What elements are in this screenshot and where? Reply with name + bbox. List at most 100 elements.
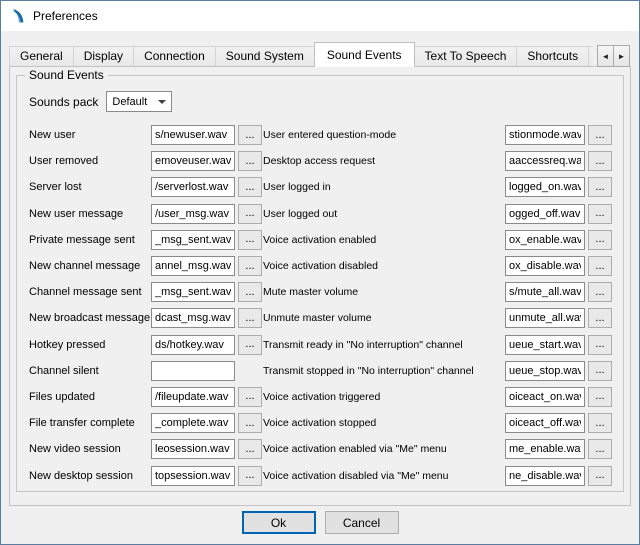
browse-button-voice-activation-enabled-me-menu[interactable]: ... (588, 439, 612, 459)
row-unmute-master-volume: Unmute master volume ... (263, 305, 612, 331)
row-new-video-session: New video session ... (29, 436, 262, 462)
event-label: Voice activation triggered (263, 391, 505, 403)
titlebar[interactable]: Preferences (1, 1, 639, 31)
browse-button-user-removed[interactable]: ... (238, 151, 262, 171)
sound-file-input-voice-activation-triggered[interactable] (505, 387, 585, 407)
browse-button-voice-activation-disabled-me-menu[interactable]: ... (588, 466, 612, 486)
groupbox-title: Sound Events (25, 68, 108, 82)
sound-file-input-new-broadcast-message[interactable] (151, 308, 235, 328)
tab-scroll-right-icon[interactable]: ► (613, 45, 630, 67)
row-user-removed: User removed ... (29, 148, 262, 174)
sound-file-input-transmit-ready-no-interruption[interactable] (505, 335, 585, 355)
tab-video[interactable]: Video (588, 46, 593, 67)
row-desktop-access-request: Desktop access request ... (263, 148, 612, 174)
browse-button-desktop-access-request[interactable]: ... (588, 151, 612, 171)
browse-button-voice-activation-stopped[interactable]: ... (588, 413, 612, 433)
row-user-logged-in: User logged in ... (263, 174, 612, 200)
sounds-pack-label: Sounds pack (29, 95, 98, 109)
tab-bar: General Display Connection Sound System … (1, 31, 639, 67)
row-voice-activation-stopped: Voice activation stopped ... (263, 410, 612, 436)
sound-file-input-desktop-access-request[interactable] (505, 151, 585, 171)
cancel-button[interactable]: Cancel (325, 511, 399, 534)
dialog-footer: Ok Cancel (1, 511, 639, 534)
preferences-dialog: Preferences General Display Connection S… (0, 0, 640, 545)
browse-button-voice-activation-enabled[interactable]: ... (588, 230, 612, 250)
tab-strip: General Display Connection Sound System … (9, 41, 593, 67)
sound-file-input-transmit-stopped-no-interruption[interactable] (505, 361, 585, 381)
event-label: User removed (29, 155, 151, 167)
window-title: Preferences (33, 9, 98, 23)
sound-file-input-user-removed[interactable] (151, 151, 235, 171)
sound-file-input-user-logged-in[interactable] (505, 177, 585, 197)
browse-button-server-lost[interactable]: ... (238, 177, 262, 197)
sound-file-input-unmute-master-volume[interactable] (505, 308, 585, 328)
sound-file-input-new-channel-message[interactable] (151, 256, 235, 276)
tab-sound-system[interactable]: Sound System (215, 46, 315, 67)
row-server-lost: Server lost ... (29, 174, 262, 200)
ok-button[interactable]: Ok (242, 511, 316, 534)
browse-button-mute-master-volume[interactable]: ... (588, 282, 612, 302)
sound-file-input-channel-message-sent[interactable] (151, 282, 235, 302)
event-label: New broadcast message (29, 312, 151, 324)
event-label: User logged out (263, 208, 505, 220)
tab-text-to-speech[interactable]: Text To Speech (414, 46, 518, 67)
sound-file-input-new-desktop-session[interactable] (151, 466, 235, 486)
sounds-pack-select[interactable]: Default (106, 91, 172, 112)
sound-file-input-hotkey-pressed[interactable] (151, 335, 235, 355)
event-label: Private message sent (29, 234, 151, 246)
sound-file-input-new-user-message[interactable] (151, 204, 235, 224)
tab-sound-events[interactable]: Sound Events (314, 42, 415, 67)
browse-button-new-user[interactable]: ... (238, 125, 262, 145)
tab-shortcuts[interactable]: Shortcuts (516, 46, 589, 67)
row-channel-silent: Channel silent ... (29, 358, 262, 384)
tab-connection[interactable]: Connection (133, 46, 216, 67)
browse-button-new-desktop-session[interactable]: ... (238, 466, 262, 486)
event-label: Files updated (29, 391, 151, 403)
sound-file-input-voice-activation-enabled-me-menu[interactable] (505, 439, 585, 459)
browse-button-transmit-stopped-no-interruption[interactable]: ... (588, 361, 612, 381)
browse-button-hotkey-pressed[interactable]: ... (238, 335, 262, 355)
row-new-desktop-session: New desktop session ... (29, 462, 262, 488)
sound-file-input-user-logged-out[interactable] (505, 204, 585, 224)
tab-scroll-left-icon[interactable]: ◄ (597, 45, 614, 67)
browse-button-new-broadcast-message[interactable]: ... (238, 308, 262, 328)
event-label: Channel silent (29, 365, 151, 377)
browse-button-channel-message-sent[interactable]: ... (238, 282, 262, 302)
sound-file-input-channel-silent[interactable] (151, 361, 235, 381)
sound-file-input-files-updated[interactable] (151, 387, 235, 407)
event-label: Voice activation stopped (263, 417, 505, 429)
sound-file-input-new-video-session[interactable] (151, 439, 235, 459)
sound-file-input-voice-activation-disabled-me-menu[interactable] (505, 466, 585, 486)
sound-file-input-new-user[interactable] (151, 125, 235, 145)
browse-button-files-updated[interactable]: ... (238, 387, 262, 407)
sound-file-input-voice-activation-stopped[interactable] (505, 413, 585, 433)
browse-button-unmute-master-volume[interactable]: ... (588, 308, 612, 328)
sound-file-input-user-entered-question-mode[interactable] (505, 125, 585, 145)
row-hotkey-pressed: Hotkey pressed ... (29, 332, 262, 358)
browse-button-voice-activation-disabled[interactable]: ... (588, 256, 612, 276)
browse-button-new-video-session[interactable]: ... (238, 439, 262, 459)
browse-button-voice-activation-triggered[interactable]: ... (588, 387, 612, 407)
browse-button-transmit-ready-no-interruption[interactable]: ... (588, 335, 612, 355)
row-file-transfer-complete: File transfer complete ... (29, 410, 262, 436)
tab-general[interactable]: General (9, 46, 74, 67)
browse-button-user-logged-out[interactable]: ... (588, 204, 612, 224)
browse-button-user-logged-in[interactable]: ... (588, 177, 612, 197)
event-label: New video session (29, 443, 151, 455)
row-new-user: New user ... (29, 122, 262, 148)
event-label: Desktop access request (263, 155, 505, 167)
tab-display[interactable]: Display (73, 46, 134, 67)
browse-button-private-message-sent[interactable]: ... (238, 230, 262, 250)
sound-file-input-file-transfer-complete[interactable] (151, 413, 235, 433)
row-voice-activation-triggered: Voice activation triggered ... (263, 384, 612, 410)
sound-file-input-server-lost[interactable] (151, 177, 235, 197)
browse-button-file-transfer-complete[interactable]: ... (238, 413, 262, 433)
sound-file-input-private-message-sent[interactable] (151, 230, 235, 250)
event-label: New user (29, 129, 151, 141)
sound-file-input-mute-master-volume[interactable] (505, 282, 585, 302)
sound-file-input-voice-activation-disabled[interactable] (505, 256, 585, 276)
browse-button-new-channel-message[interactable]: ... (238, 256, 262, 276)
sound-file-input-voice-activation-enabled[interactable] (505, 230, 585, 250)
browse-button-new-user-message[interactable]: ... (238, 204, 262, 224)
browse-button-user-entered-question-mode[interactable]: ... (588, 125, 612, 145)
